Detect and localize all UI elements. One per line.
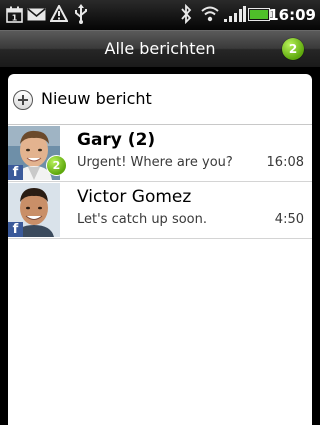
plus-icon [13,90,33,110]
message-time: 16:08 [266,155,304,170]
signal-icon [224,6,246,22]
usb-icon [75,4,87,24]
facebook-icon: f [8,165,23,180]
new-message-label: Nieuw bericht [41,89,152,108]
status-bar: 1 16:09 [0,0,320,30]
calendar-icon: 1 [6,6,23,23]
warning-icon [50,5,68,22]
title-bar: Alle berichten 2 [0,30,320,67]
mail-icon [27,8,46,21]
contact-name: Gary (2) [77,130,156,150]
message-snippet: Let's catch up soon. [77,212,207,227]
facebook-icon: f [8,222,23,237]
page-title: Alle berichten [104,39,216,58]
wifi-icon [201,6,219,22]
message-snippet: Urgent! Where are you? [77,155,233,170]
conversation-row[interactable]: f 2 Gary (2) Urgent! Where are you? 16:0… [8,125,312,182]
conversation-row[interactable]: f Victor Gomez Let's catch up soon. 4:50 [8,182,312,239]
message-time: 4:50 [274,212,304,227]
avatar[interactable]: f [8,183,60,237]
status-bar-clock: 16:09 [268,6,316,24]
unread-badge: 2 [46,155,67,176]
unread-count-badge: 2 [282,38,304,60]
new-message-button[interactable]: Nieuw bericht [8,74,312,125]
message-list-panel: Nieuw bericht f 2 Gary (2) Urgent! Where… [8,74,312,425]
contact-name: Victor Gomez [77,187,192,207]
bluetooth-icon [181,4,192,24]
svg-text:1: 1 [12,14,18,23]
